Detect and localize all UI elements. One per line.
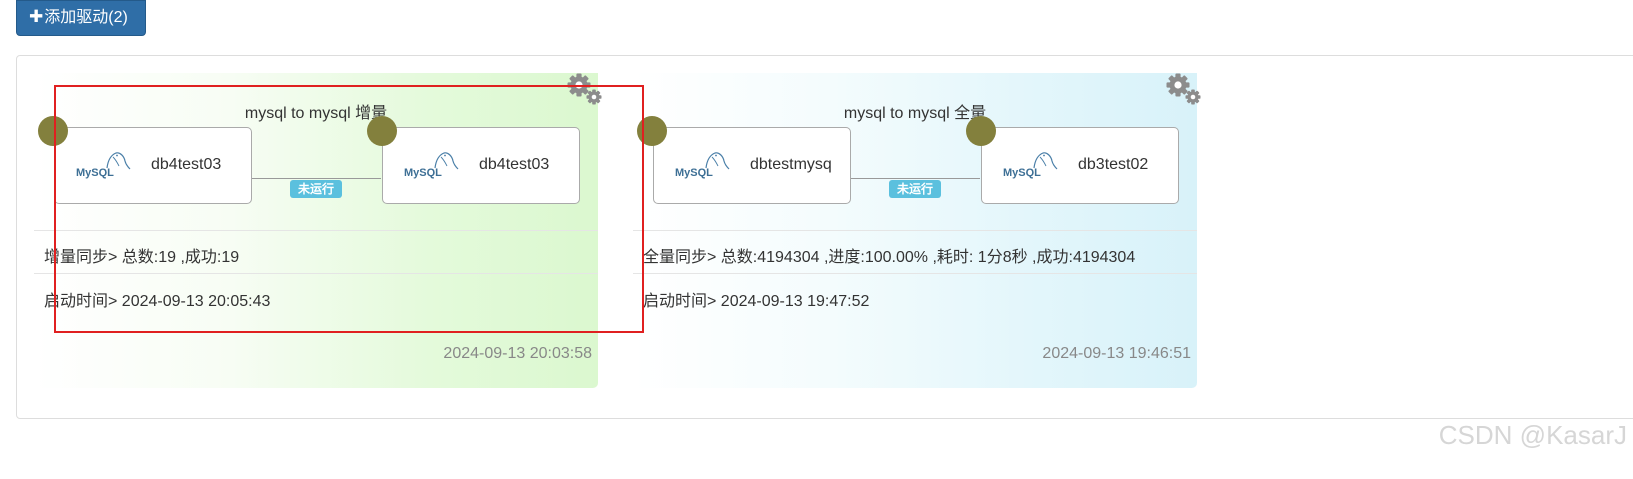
connection-line (251, 178, 381, 179)
source-endpoint-handle[interactable] (637, 116, 667, 146)
mysql-logo-icon: MySQL (76, 152, 131, 179)
svg-text:MySQL: MySQL (675, 167, 713, 179)
svg-text:MySQL: MySQL (404, 167, 442, 179)
mysql-logo-icon: MySQL (675, 152, 730, 179)
target-connector[interactable]: MySQL db4test03 (382, 127, 580, 204)
driver-title: mysql to mysql 全量 (843, 105, 987, 122)
connection-line (850, 178, 980, 179)
sync-info: 全量同步> 总数:4194304 ,进度:100.00% ,耗时: 1分8秒 ,… (643, 249, 1136, 266)
divider (34, 230, 598, 231)
start-time: 启动时间> 2024-09-13 20:05:43 (44, 293, 271, 310)
driver-title: mysql to mysql 增量 (244, 105, 388, 122)
target-db-name: db4test03 (479, 156, 550, 173)
divider (34, 273, 598, 274)
driver-card[interactable]: mysql to mysql 增量 未运行 MySQL db4test03 My… (34, 73, 602, 388)
target-db-name: db3test02 (1078, 156, 1149, 173)
plus-icon: ✚ (29, 7, 44, 26)
mysql-logo-icon: MySQL (404, 152, 459, 179)
add-driver-label: 添加驱动(2) (44, 9, 128, 26)
svg-text:MySQL: MySQL (1003, 167, 1041, 179)
start-time: 启动时间> 2024-09-13 19:47:52 (643, 293, 870, 310)
source-endpoint-handle[interactable] (38, 116, 68, 146)
target-connector[interactable]: MySQL db3test02 (981, 127, 1179, 204)
watermark: CSDN @KasarJ (1438, 420, 1627, 450)
status-badge: 未运行 (290, 180, 342, 198)
updated-timestamp: 2024-09-13 19:46:51 (1042, 345, 1191, 362)
svg-text:MySQL: MySQL (76, 167, 114, 179)
target-endpoint-handle[interactable] (966, 116, 996, 146)
status-badge: 未运行 (889, 180, 941, 198)
divider (633, 230, 1197, 231)
source-db-name: dbtestmysq (750, 156, 832, 173)
sync-info: 增量同步> 总数:19 ,成功:19 (44, 249, 240, 266)
add-driver-button[interactable]: ✚添加驱动(2) (16, 0, 146, 36)
target-endpoint-handle[interactable] (367, 116, 397, 146)
source-connector[interactable]: MySQL db4test03 (54, 127, 252, 204)
driver-card[interactable]: mysql to mysql 全量 未运行 MySQL dbtestmysq M… (633, 73, 1201, 388)
mysql-logo-icon: MySQL (1003, 152, 1058, 179)
updated-timestamp: 2024-09-13 20:03:58 (443, 345, 592, 362)
divider (633, 273, 1197, 274)
source-db-name: db4test03 (151, 156, 222, 173)
source-connector[interactable]: MySQL dbtestmysq (653, 127, 851, 204)
